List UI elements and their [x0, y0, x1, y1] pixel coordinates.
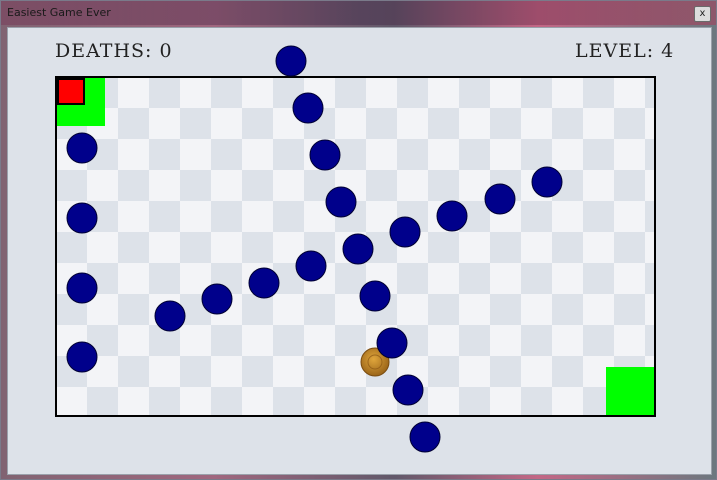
enemy-dot [342, 233, 374, 265]
enemy-dot [66, 341, 98, 373]
enemy-dot [484, 183, 516, 215]
enemy-dot [531, 166, 563, 198]
enemy-dot [392, 374, 424, 406]
enemy-dot [295, 250, 327, 282]
enemy-dot [359, 280, 391, 312]
enemy-dot [66, 132, 98, 164]
game-board[interactable] [0, 0, 717, 480]
enemy-dot [154, 300, 186, 332]
enemy-dot [248, 267, 280, 299]
enemy-dot [376, 327, 408, 359]
enemy-dot [201, 283, 233, 315]
enemy-dot [309, 139, 341, 171]
enemy-dot [325, 186, 357, 218]
enemy-dot [389, 216, 421, 248]
player-square[interactable] [57, 78, 85, 105]
enemy-dot [436, 200, 468, 232]
goal-zone [606, 367, 655, 416]
enemy-dot [292, 92, 324, 124]
enemy-dot [66, 272, 98, 304]
enemy-dot [409, 421, 441, 453]
enemy-dot [275, 45, 307, 77]
enemy-dot [66, 202, 98, 234]
